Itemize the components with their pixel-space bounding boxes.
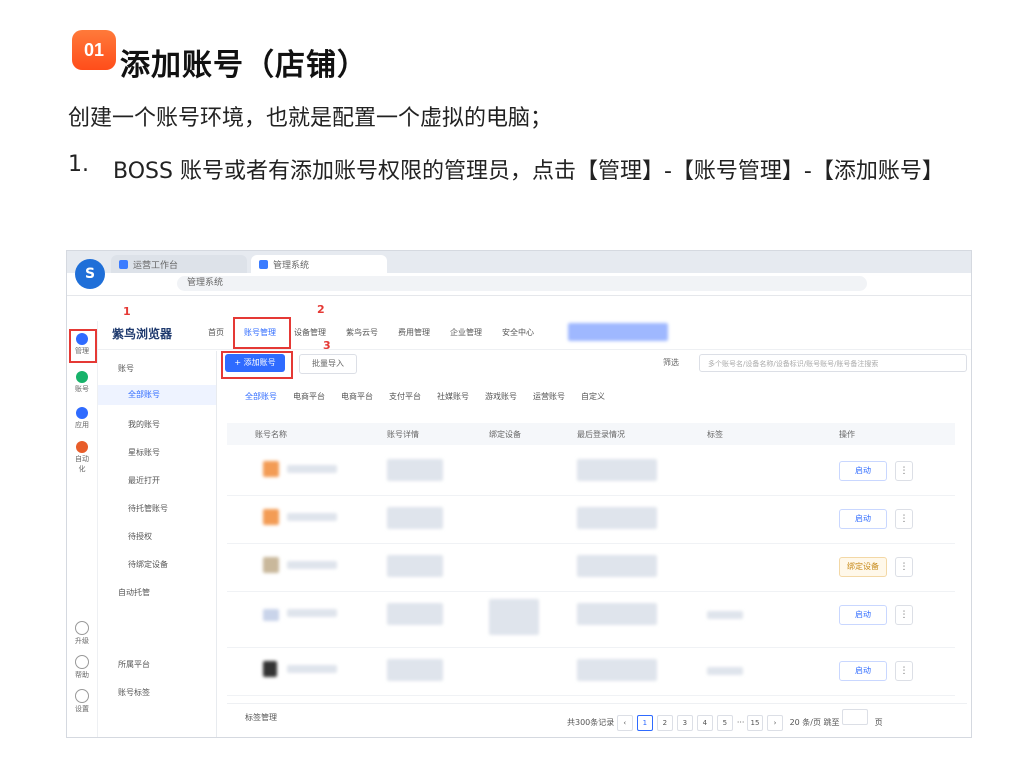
icon-rail: 管理 账号 应用 自动化 升级 帮助 设置 [67, 321, 98, 737]
brand-name: 紫鸟浏览器 [112, 327, 173, 341]
sidebar-platform[interactable]: 所属平台 [118, 659, 150, 670]
tab-all[interactable]: 全部账号 [245, 392, 277, 401]
highlight-add-account [221, 351, 293, 379]
automation-icon[interactable]: 自动化 [72, 441, 92, 474]
filter-button[interactable]: 筛选 [663, 357, 679, 368]
prev-page-button[interactable]: ‹ [616, 715, 633, 731]
bind-device-button[interactable]: 绑定设备 [839, 557, 887, 577]
filter-tabs: 全部账号 电商平台 电商平台 支付平台 社媒账号 游戏账号 运营账号 自定义 [245, 391, 621, 402]
page-ellipsis: ··· [736, 718, 745, 727]
address-bar: 管理系统 [67, 273, 971, 296]
page-5[interactable]: 5 [716, 715, 733, 731]
tab-social[interactable]: 社媒账号 [437, 392, 469, 401]
nav-company[interactable]: 企业管理 [450, 327, 482, 338]
browser-tabbar: 运营工作台 管理系统 [67, 251, 971, 273]
table-footer: 标签管理 共300条记录 ‹ 1 2 3 4 5 ··· 15 › 20 条/页 跳至 页 [227, 703, 967, 731]
sidebar-item-all[interactable]: 全部账号 [98, 385, 216, 405]
more-icon[interactable]: ⋮ [895, 605, 913, 625]
col-device[interactable]: 绑定设备 [489, 429, 521, 440]
annotation-2: 2 [317, 303, 325, 316]
intro-text: 创建一个账号环境，也就是配置一个虚拟的电脑； [68, 106, 553, 131]
start-button[interactable]: 启动 [839, 605, 887, 625]
start-button[interactable]: 启动 [839, 461, 887, 481]
apps-icon[interactable]: 应用 [72, 407, 92, 430]
page-3[interactable]: 3 [676, 715, 693, 731]
col-detail[interactable]: 账号详情 [387, 429, 419, 440]
table-row[interactable]: 启动 ⋮ [227, 647, 955, 696]
more-icon[interactable]: ⋮ [895, 509, 913, 529]
tab-custom[interactable]: 自定义 [581, 392, 605, 401]
sidebar-item-recent[interactable]: 最近打开 [128, 475, 160, 486]
col-tags[interactable]: 标签 [707, 429, 723, 440]
browser-tab[interactable]: 运营工作台 [111, 255, 247, 273]
more-icon[interactable]: ⋮ [895, 461, 913, 481]
search-input[interactable]: 多个账号名/设备名称/设备标识/账号账号/账号备注搜索 [699, 354, 967, 372]
embedded-screenshot: 运营工作台 管理系统 管理系统 S 管理 账号 应用 自动化 升级 帮助 设置 … [66, 250, 972, 738]
page-1[interactable]: 1 [636, 715, 653, 731]
app-topbar: 紫鸟浏览器 首页 账号管理 设备管理 紫鸟云号 费用管理 企业管理 安全中心 [98, 315, 971, 350]
section-title: 添加账号（店铺） [120, 48, 368, 83]
step-number: 1. [68, 152, 89, 177]
section-badge: 01 [72, 30, 116, 70]
tab-ecommerce-2[interactable]: 电商平台 [341, 392, 373, 401]
account-icon[interactable]: 账号 [72, 371, 92, 394]
goto-unit: 页 [874, 718, 883, 727]
nav-fees[interactable]: 费用管理 [398, 327, 430, 338]
start-button[interactable]: 启动 [839, 661, 887, 681]
auto-host-toggle[interactable]: 自动托管 [118, 587, 150, 598]
sidebar-item-starred[interactable]: 星标账号 [128, 447, 160, 458]
table-row[interactable]: 启动 ⋮ [227, 495, 955, 544]
total-count: 共300条记录 [567, 718, 615, 727]
tag-manage-link[interactable]: 标签管理 [245, 712, 277, 723]
settings-icon[interactable]: 设置 [72, 689, 92, 714]
page-4[interactable]: 4 [696, 715, 713, 731]
per-page-select[interactable]: 20 条/页 [790, 718, 821, 727]
upgrade-icon[interactable]: 升级 [72, 621, 92, 646]
url-field[interactable]: 管理系统 [177, 276, 867, 291]
sidebar-item-bind[interactable]: 待绑定设备 [128, 559, 168, 570]
goto-input[interactable] [842, 709, 869, 725]
table-row[interactable]: 启动 ⋮ [227, 447, 955, 496]
nav-home[interactable]: 首页 [208, 327, 224, 338]
tab-ops[interactable]: 运营账号 [533, 392, 565, 401]
next-page-button[interactable]: › [767, 715, 784, 731]
nav-cloud[interactable]: 紫鸟云号 [346, 327, 378, 338]
browser-tab-active[interactable]: 管理系统 [251, 255, 387, 273]
start-button[interactable]: 启动 [839, 509, 887, 529]
help-icon[interactable]: 帮助 [72, 655, 92, 680]
table-header: 账号名称 账号详情 绑定设备 最后登录情况 标签 操作 [227, 423, 955, 445]
col-name[interactable]: 账号名称 [255, 429, 287, 440]
goto-label: 跳至 [823, 718, 840, 727]
highlight-manage [69, 329, 97, 363]
col-login[interactable]: 最后登录情况 [577, 429, 625, 440]
highlight-account-manage [233, 317, 291, 349]
nav-security[interactable]: 安全中心 [502, 327, 534, 338]
app-logo-icon: S [75, 259, 105, 289]
page-2[interactable]: 2 [656, 715, 673, 731]
sidebar-item-mine[interactable]: 我的账号 [128, 419, 160, 430]
sidebar-group-account[interactable]: 账号 [118, 363, 134, 374]
step-text: BOSS 账号或者有添加账号权限的管理员，点击【管理】-【账号管理】-【添加账号… [113, 159, 944, 184]
tab-game[interactable]: 游戏账号 [485, 392, 517, 401]
table-row[interactable]: 绑定设备 ⋮ [227, 543, 955, 592]
page-15[interactable]: 15 [747, 715, 764, 731]
batch-import-button[interactable]: 批量导入 [299, 354, 357, 374]
sidebar-item-pending[interactable]: 待托管账号 [128, 503, 168, 514]
sidebar-item-auth[interactable]: 待授权 [128, 531, 152, 542]
annotation-3: 3 [323, 339, 331, 352]
tab-ecommerce[interactable]: 电商平台 [293, 392, 325, 401]
tab-payment[interactable]: 支付平台 [389, 392, 421, 401]
sidebar-tags[interactable]: 账号标签 [118, 687, 150, 698]
sidebar: 账号 全部账号 我的账号 星标账号 最近打开 待托管账号 待授权 待绑定设备 自… [98, 351, 217, 737]
col-actions[interactable]: 操作 [839, 429, 855, 440]
table-row[interactable]: 启动 ⋮ [227, 591, 955, 648]
more-icon[interactable]: ⋮ [895, 557, 913, 577]
more-icon[interactable]: ⋮ [895, 661, 913, 681]
nav-device[interactable]: 设备管理 [294, 327, 326, 338]
promo-banner [568, 323, 668, 341]
